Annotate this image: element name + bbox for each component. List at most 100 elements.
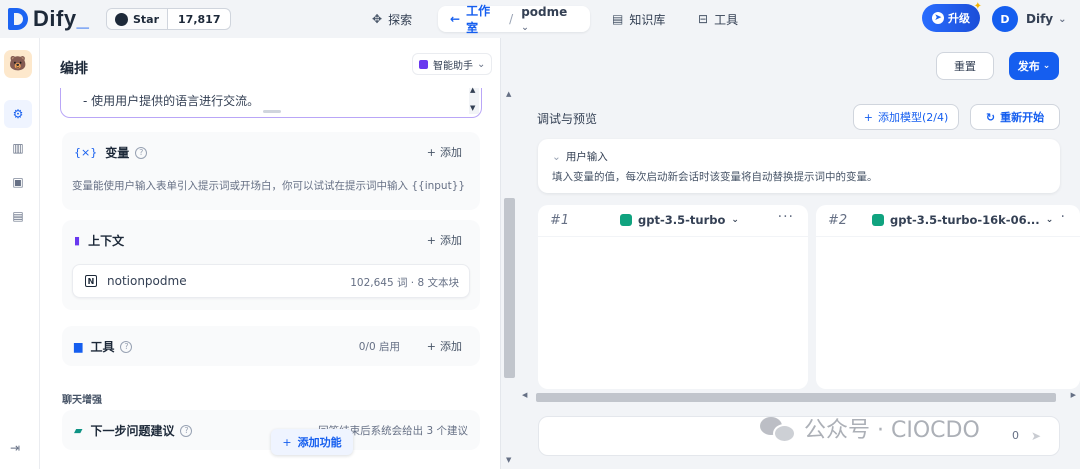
top-bar: Dify_ Star 17,817 ✥ 探索 ← 工作室 / podme ⌄ ▤… xyxy=(0,0,1080,38)
help-icon[interactable]: ? xyxy=(135,146,148,159)
char-count: 0 xyxy=(1012,429,1019,442)
model-number: #1 xyxy=(550,213,570,228)
scroll-right-icon[interactable]: ▶ xyxy=(1071,391,1076,399)
collapse-sidebar-icon[interactable]: ⇥ xyxy=(10,441,20,455)
variables-section: {×} 变量 ? + 添加 变量能使用户输入表单引入提示词或开场白，你可以试试在提… xyxy=(62,132,480,210)
wechat-icon xyxy=(760,415,796,443)
user-input-description: 填入变量的值，每次启动新会话时该变量将自动替换提示词中的变量。 xyxy=(552,171,878,183)
model-name: gpt-3.5-turbo xyxy=(638,213,726,227)
add-feature-button[interactable]: + 添加功能 xyxy=(271,429,353,455)
dify-logo-icon xyxy=(8,8,28,30)
app-name: podme xyxy=(521,5,568,19)
restart-button[interactable]: ↻ 重新开始 xyxy=(970,104,1060,130)
github-star-count: 17,817 xyxy=(178,12,221,26)
model-number: #2 xyxy=(828,213,848,228)
knowledge-item[interactable]: N notionpodme 102,645 词 · 8 文本块 xyxy=(72,264,470,298)
scroll-left-icon[interactable]: ◀ xyxy=(522,391,527,399)
model-card: #1 gpt-3.5-turbo ⌄ ··· xyxy=(538,205,808,389)
nav-studio-label: 工作室 xyxy=(466,4,491,35)
nav-knowledge[interactable]: ▤ 知识库 xyxy=(612,6,665,32)
restart-label: 重新开始 xyxy=(1000,111,1045,124)
scrollbar-thumb[interactable] xyxy=(504,198,515,378)
more-icon[interactable]: ··· xyxy=(778,209,794,225)
model-selector[interactable]: gpt-3.5-turbo ⌄ xyxy=(620,213,739,227)
plus-icon: + xyxy=(863,110,873,124)
sparkle-icon: ✦ xyxy=(973,1,982,12)
variables-description: 变量能使用户输入表单引入提示词或开场白，你可以试试在提示词中输入 {{input… xyxy=(72,180,466,192)
logs-nav-icon[interactable]: ▣ xyxy=(4,168,32,196)
orchestrate-panel: 编排 - 使用用户提供的语言进行交流。 {×} 变量 ? +添加 变量能使用户输… xyxy=(40,38,500,469)
breadcrumb-separator: / xyxy=(509,12,514,26)
debug-preview-panel: 重置 发布 ⌄ 调试与预览 + 添加模型(2/4) ↻ 重新开始 ⌄ 用户输入 填… xyxy=(518,38,1080,469)
plus-icon: + xyxy=(426,234,436,247)
chevron-down-icon: ⌄ xyxy=(1058,13,1067,25)
left-rail: 🐻 ⚙ ▥ ▣ ▤ ⇥ xyxy=(0,38,40,469)
chevron-down-icon: ⌄ xyxy=(1045,215,1054,225)
openai-icon xyxy=(620,214,632,226)
page-title: 编排 xyxy=(60,61,88,77)
book-icon: ▤ xyxy=(612,12,624,26)
tools-title: 工具 xyxy=(90,340,115,354)
user-input-panel[interactable]: ⌄ 用户输入 填入变量的值，每次启动新会话时该变量将自动替换提示词中的变量。 xyxy=(538,139,1060,193)
publish-label: 发布 xyxy=(1017,60,1040,73)
add-model-button[interactable]: + 添加模型(2/4) xyxy=(853,104,959,130)
add-feature-label: 添加功能 xyxy=(297,436,342,449)
chat-bubble-icon: ▰ xyxy=(74,424,83,437)
nav-knowledge-label: 知识库 xyxy=(629,12,666,27)
annotation-nav-icon[interactable]: ▤ xyxy=(4,202,32,230)
variable-icon: {×} xyxy=(74,146,98,159)
nav-studio[interactable]: ← 工作室 / podme ⌄ xyxy=(438,4,590,35)
overview-nav-icon[interactable]: ▥ xyxy=(4,134,32,162)
help-icon[interactable]: ? xyxy=(180,424,193,437)
openai-icon xyxy=(872,214,884,226)
more-icon[interactable]: · xyxy=(1061,209,1066,225)
chevron-down-icon: ⌄ xyxy=(552,151,561,163)
nav-tools[interactable]: ⊟ 工具 xyxy=(698,6,738,32)
send-icon[interactable]: ➤ xyxy=(1031,429,1045,443)
scroll-up-icon[interactable]: ▲ xyxy=(506,90,511,98)
prompt-scrollbar[interactable] xyxy=(469,86,479,114)
orchestrate-nav-icon[interactable]: ⚙ xyxy=(4,100,32,128)
github-icon xyxy=(115,12,128,26)
scrollbar-thumb[interactable] xyxy=(536,393,1056,402)
assistant-mode-dropdown[interactable]: 智能助手 ⌄ xyxy=(412,53,493,75)
chat-enhance-label: 聊天增强 xyxy=(62,395,102,406)
knowledge-meta: 102,645 词 · 8 文本块 xyxy=(350,277,459,289)
app-selector[interactable]: podme ⌄ xyxy=(521,5,578,33)
add-tool-button[interactable]: + 添加 xyxy=(427,338,462,354)
add-context-button[interactable]: + 添加 xyxy=(427,232,462,248)
context-section: ▮ 上下文 + 添加 N notionpodme 102,645 词 · 8 文本… xyxy=(62,220,480,310)
chevron-down-icon: ⌄ xyxy=(1042,61,1051,71)
panel-scrollbar[interactable]: ▲ ▼ xyxy=(500,38,518,469)
prompt-editor[interactable]: - 使用用户提供的语言进行交流。 xyxy=(60,86,482,118)
plus-icon: + xyxy=(426,340,436,353)
resize-handle[interactable] xyxy=(263,110,281,113)
help-icon[interactable]: ? xyxy=(120,340,133,353)
dify-logo[interactable]: Dify_ xyxy=(8,6,89,32)
user-menu[interactable]: D Dify ⌄ xyxy=(992,6,1067,32)
debug-title: 调试与预览 xyxy=(537,112,598,126)
assistant-icon xyxy=(419,59,428,69)
plus-icon: + xyxy=(282,435,292,449)
scroll-down-icon[interactable]: ▼ xyxy=(506,456,511,464)
logo-text: Dify xyxy=(33,6,77,31)
add-variable-button[interactable]: + 添加 xyxy=(427,144,462,160)
watermark: 公众号 · CIOCDO xyxy=(760,412,980,444)
publish-button[interactable]: 发布 ⌄ xyxy=(1009,52,1059,80)
nav-explore[interactable]: ✥ 探索 xyxy=(372,6,412,32)
github-star-label: Star xyxy=(133,12,160,26)
model-card: #2 gpt-3.5-turbo-16k-06... ⌄ · xyxy=(816,205,1080,389)
github-star-button[interactable]: Star 17,817 xyxy=(106,8,232,30)
app-icon[interactable]: 🐻 xyxy=(4,50,32,78)
chevron-down-icon: ⌄ xyxy=(477,58,486,70)
plus-icon: + xyxy=(426,146,436,159)
horizontal-scrollbar[interactable]: ◀ ▶ xyxy=(518,391,1080,403)
model-name: gpt-3.5-turbo-16k-06... xyxy=(890,213,1040,227)
document-icon: ▮ xyxy=(74,234,81,247)
variables-title: 变量 xyxy=(105,146,130,160)
upgrade-button[interactable]: ➤ 升级 ✦ xyxy=(922,1,982,32)
tools-status: 0/0 启用 xyxy=(358,341,400,353)
user-input-title: 用户输入 xyxy=(565,151,608,163)
reset-button[interactable]: 重置 xyxy=(936,52,994,80)
model-selector[interactable]: gpt-3.5-turbo-16k-06... ⌄ xyxy=(872,213,1053,227)
